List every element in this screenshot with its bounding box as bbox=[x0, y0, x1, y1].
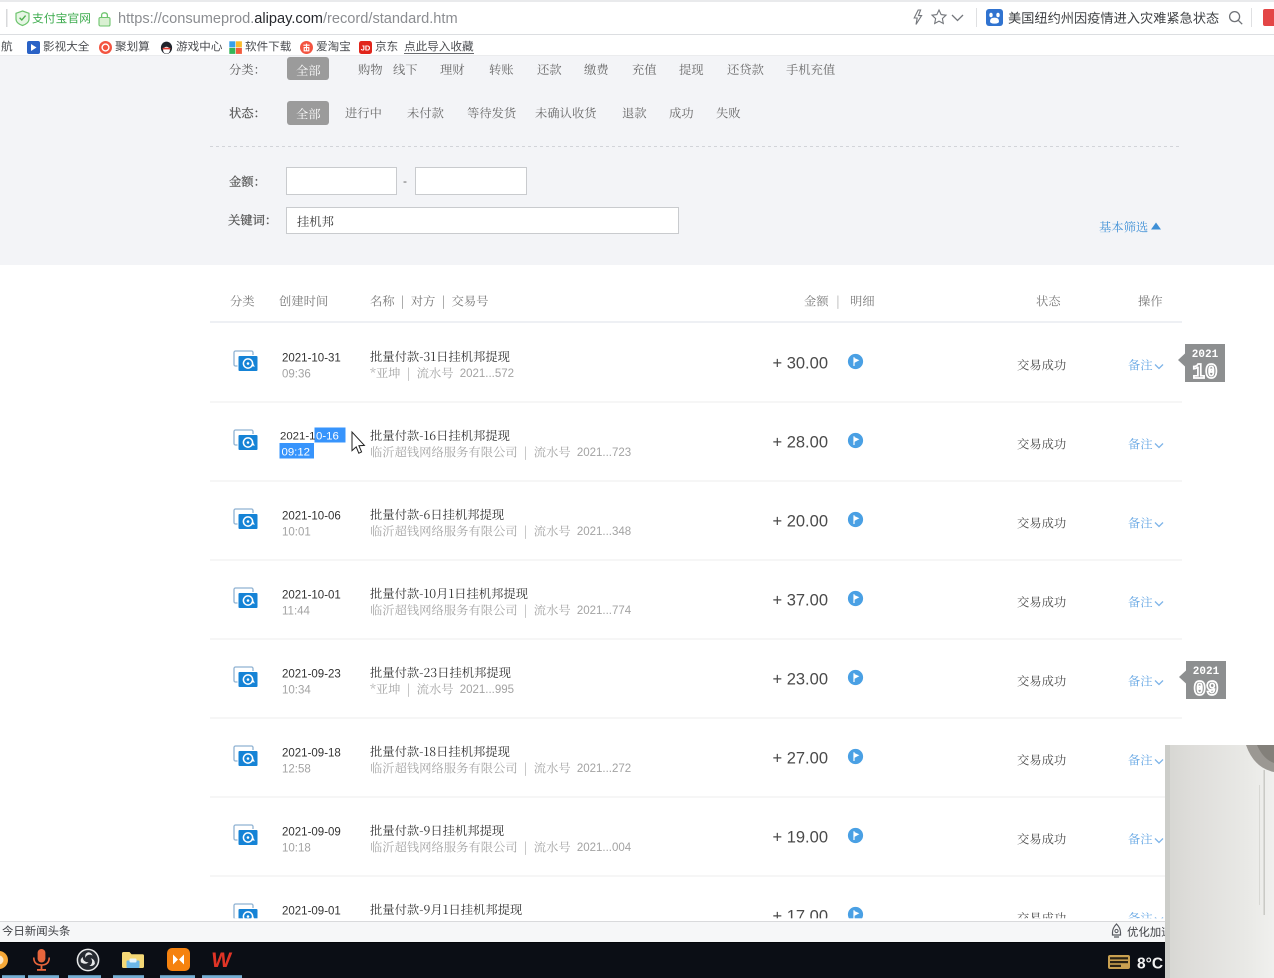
svg-text:11:44: 11:44 bbox=[282, 606, 311, 618]
svg-text:+ 20.00: + 20.00 bbox=[772, 513, 828, 531]
svg-text:09:12: 09:12 bbox=[282, 447, 311, 459]
svg-text:+ 27.00: + 27.00 bbox=[772, 750, 828, 768]
svg-text:09: 09 bbox=[1193, 679, 1218, 702]
svg-text:+ 28.00: + 28.00 bbox=[772, 434, 828, 452]
svg-text:2021...272: 2021...272 bbox=[577, 763, 631, 775]
svg-text:2021-09-09: 2021-09-09 bbox=[282, 827, 341, 839]
svg-text:2021: 2021 bbox=[1192, 349, 1219, 361]
svg-text:+ 19.00: + 19.00 bbox=[772, 829, 828, 847]
svg-text:2021-10-31: 2021-10-31 bbox=[282, 353, 341, 365]
svg-text:2021-09-18: 2021-09-18 bbox=[282, 748, 341, 760]
svg-text:2021: 2021 bbox=[1193, 666, 1220, 678]
svg-text:10: 10 bbox=[1192, 362, 1217, 385]
svg-text:2021-09-01: 2021-09-01 bbox=[282, 906, 341, 918]
svg-text:2021...004: 2021...004 bbox=[577, 842, 632, 854]
svg-text:0-16: 0-16 bbox=[316, 431, 339, 443]
svg-text:8°C: 8°C bbox=[1137, 956, 1163, 973]
svg-text:2021...774: 2021...774 bbox=[577, 605, 632, 617]
svg-text:JD: JD bbox=[361, 44, 371, 53]
svg-text:+ 37.00: + 37.00 bbox=[772, 592, 828, 610]
svg-text:2021-1: 2021-1 bbox=[280, 431, 315, 443]
svg-text:2021-09-23: 2021-09-23 bbox=[282, 669, 341, 681]
svg-text:2021-10-06: 2021-10-06 bbox=[282, 511, 341, 523]
svg-text:2021...723: 2021...723 bbox=[577, 447, 631, 459]
svg-text:2021-10-01: 2021-10-01 bbox=[282, 590, 341, 602]
svg-text:12:58: 12:58 bbox=[282, 764, 311, 776]
svg-text:09:36: 09:36 bbox=[282, 369, 311, 381]
svg-text:10:34: 10:34 bbox=[282, 685, 311, 697]
svg-text:10:18: 10:18 bbox=[282, 843, 311, 855]
svg-text:+ 30.00: + 30.00 bbox=[772, 355, 828, 373]
svg-text:2021...348: 2021...348 bbox=[577, 526, 631, 538]
svg-text:https://consumeprod.alipay.com: https://consumeprod.alipay.com/record/st… bbox=[118, 11, 458, 27]
svg-text:W: W bbox=[210, 949, 233, 972]
svg-text:10:01: 10:01 bbox=[282, 527, 311, 539]
svg-text:2021...572: 2021...572 bbox=[460, 368, 514, 380]
svg-text:+ 23.00: + 23.00 bbox=[772, 671, 828, 689]
svg-text:2021...995: 2021...995 bbox=[460, 684, 514, 696]
svg-text:-: - bbox=[403, 174, 407, 188]
